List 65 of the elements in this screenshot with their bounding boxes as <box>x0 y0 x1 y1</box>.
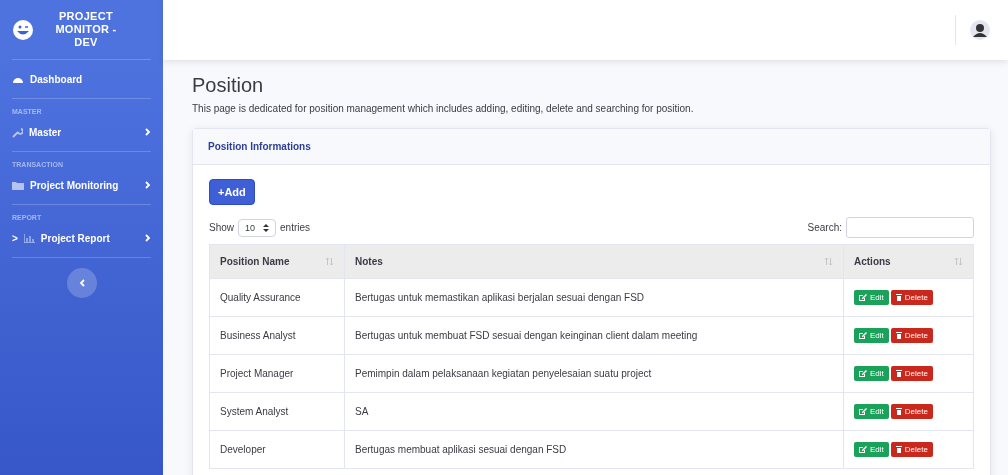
edit-button[interactable]: Edit <box>854 328 889 343</box>
table-cell: Bertugas untuk memastikan aplikasi berjalan sesuai dengan FSD <box>344 278 844 317</box>
nav-item[interactable]: Project Monitoring <box>12 170 151 200</box>
smiley-logo-icon <box>12 18 34 41</box>
chevron-right-icon <box>145 234 151 242</box>
avatar-icon[interactable] <box>970 20 990 40</box>
edit-icon <box>859 408 867 415</box>
trash-icon <box>895 294 902 301</box>
nav-item[interactable]: > Project Report <box>12 223 151 253</box>
brand-name: PROJECT MONITOR - DEV <box>54 9 118 50</box>
table-cell: Project Manager <box>209 354 345 393</box>
nav-label: Dashboard <box>30 73 84 85</box>
page-description: This page is dedicated for position management which includes adding, editing, delete and searching for position. <box>192 103 695 114</box>
nav-label: Project Monitoring <box>30 179 120 191</box>
edit-button[interactable]: Edit <box>854 290 889 305</box>
updown-caret-icon <box>263 223 270 232</box>
column-header[interactable]: Notes <box>344 244 844 279</box>
page-title: Position <box>192 74 265 97</box>
table-cell: Developer <box>209 430 345 469</box>
table-cell: System Analyst <box>209 392 345 431</box>
sort-icon[interactable] <box>954 257 963 266</box>
edit-button[interactable]: Edit <box>854 442 889 457</box>
table-cell: SA <box>344 392 844 431</box>
delete-button[interactable]: Delete <box>890 366 933 381</box>
edit-icon <box>859 332 867 339</box>
trash-icon <box>895 370 902 377</box>
delete-button[interactable]: Delete <box>890 328 933 343</box>
table-cell: Bertugas untuk membuat FSD sesuai dengan keinginan client dalam meeting <box>344 316 844 355</box>
show-label: Show <box>209 222 234 233</box>
nav-item[interactable]: Dashboard <box>12 64 151 94</box>
sort-icon[interactable] <box>325 257 334 266</box>
chevron-right-icon <box>145 128 151 136</box>
card-title: Position Informations <box>193 129 990 165</box>
edit-button[interactable]: Edit <box>854 404 889 419</box>
search-field[interactable] <box>846 217 974 238</box>
chevron-left-icon <box>78 279 85 287</box>
entries-label: entries <box>280 222 311 233</box>
chevron-right-icon <box>145 181 151 189</box>
nav-label: Master <box>29 126 63 138</box>
delete-button[interactable]: Delete <box>890 290 933 305</box>
table-cell: Pemimpin dalam pelaksanaan kegiatan penyelesaian suatu project <box>344 354 844 393</box>
search-label: Search: <box>807 222 842 233</box>
sidebar-toggle-button[interactable] <box>66 268 97 298</box>
delete-button[interactable]: Delete <box>890 442 933 457</box>
nav-label: Project Report <box>40 232 111 244</box>
trash-icon <box>895 332 902 339</box>
prefix-mark: > <box>12 232 18 244</box>
table-cell: Quality Assurance <box>209 278 345 317</box>
edit-button[interactable]: Edit <box>854 366 889 381</box>
chart-icon <box>23 233 35 243</box>
edit-icon <box>859 370 867 377</box>
table-cell: Business Analyst <box>209 316 345 355</box>
entries-select[interactable]: 10 <box>238 218 277 237</box>
edit-icon <box>859 294 867 301</box>
edit-icon <box>859 446 867 453</box>
column-header[interactable]: Position Name <box>209 244 345 279</box>
add-button[interactable]: +Add <box>209 179 255 205</box>
trash-icon <box>895 408 902 415</box>
nav-item[interactable]: Master <box>12 117 151 147</box>
sort-icon[interactable] <box>824 257 833 266</box>
column-header[interactable]: Actions <box>843 244 974 279</box>
trash-icon <box>895 446 902 453</box>
delete-button[interactable]: Delete <box>890 404 933 419</box>
table-cell: Bertugas membuat aplikasi sesuai dengan FSD <box>344 430 844 469</box>
folder-icon <box>12 180 24 190</box>
